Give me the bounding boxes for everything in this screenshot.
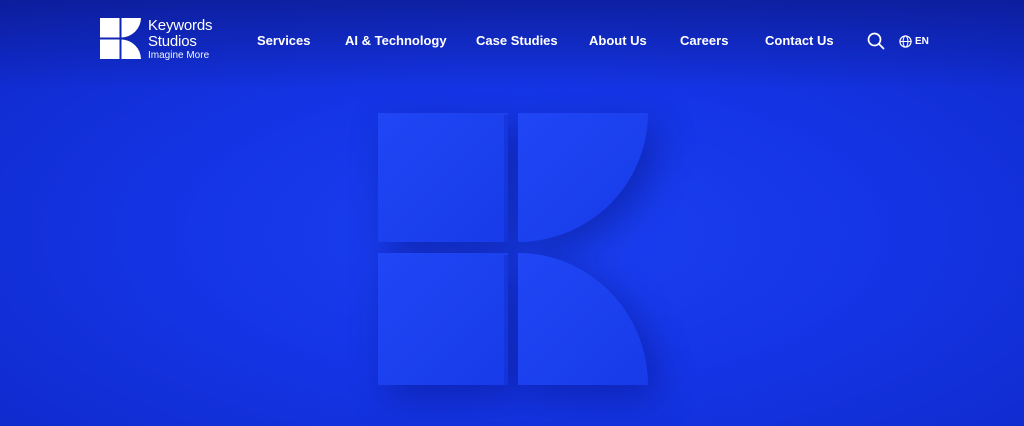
brand-name-line1: Keywords — [148, 17, 213, 34]
search-button[interactable] — [867, 32, 885, 50]
site-header: Keywords Studios Imagine More Services A… — [0, 0, 1024, 84]
nav-item-ai-technology[interactable]: AI & Technology — [345, 33, 447, 48]
nav-item-case-studies[interactable]: Case Studies — [476, 33, 558, 48]
page: Keywords Studios Imagine More Services A… — [0, 0, 1024, 426]
keywords-k-logo-icon — [100, 18, 141, 59]
nav-item-careers[interactable]: Careers — [680, 33, 728, 48]
nav-item-contact-us[interactable]: Contact Us — [765, 33, 834, 48]
search-icon — [867, 32, 885, 50]
language-selector[interactable]: EN — [899, 33, 929, 49]
language-label: EN — [915, 35, 929, 47]
brand-name-line2: Studios — [148, 33, 197, 50]
globe-icon — [899, 34, 912, 48]
brand-logo-link[interactable]: Keywords Studios Imagine More — [100, 18, 212, 61]
nav-item-about-us[interactable]: About Us — [589, 33, 647, 48]
nav-item-services[interactable]: Services — [257, 33, 311, 48]
hero-k-logo-image — [378, 113, 648, 385]
brand-tagline: Imagine More — [148, 50, 210, 61]
brand-wordmark: Keywords Studios Imagine More — [148, 18, 212, 61]
